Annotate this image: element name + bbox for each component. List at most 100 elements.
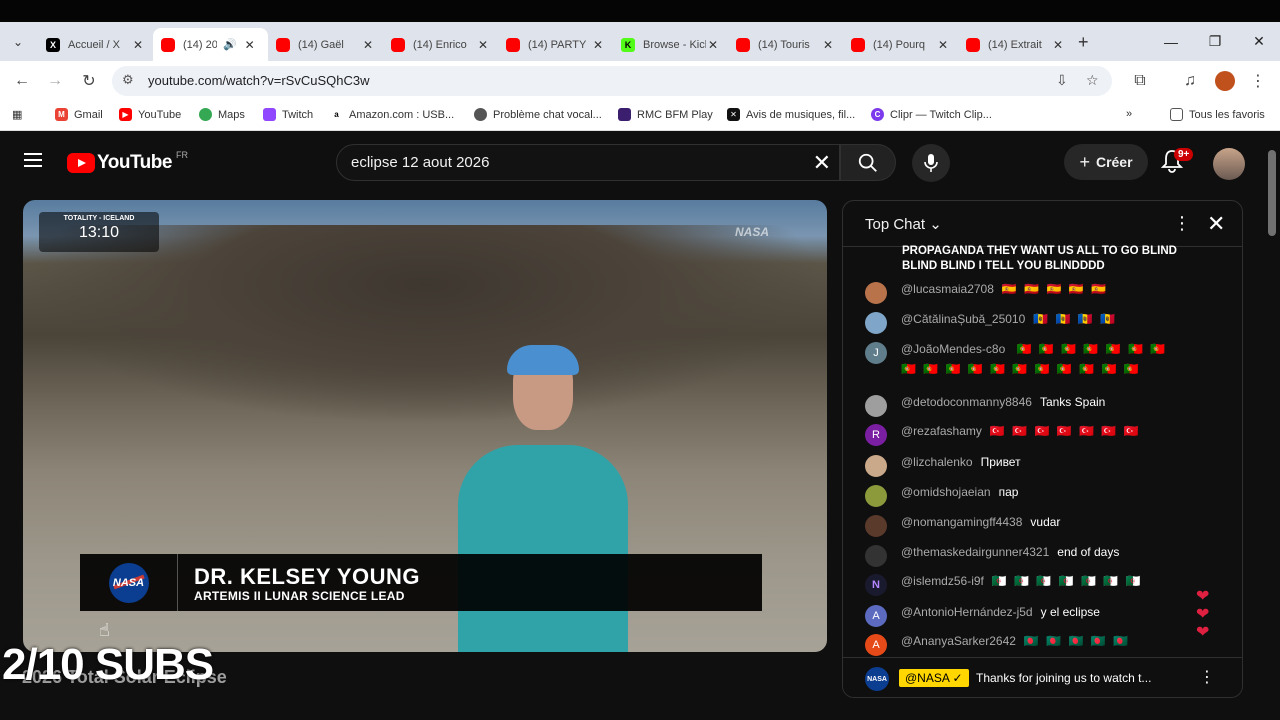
extensions-icon[interactable]: ⧉ [1128,69,1152,93]
avatar[interactable] [865,312,887,334]
tab-extrait[interactable]: (14) Extrait ✕ [958,28,1073,61]
close-icon[interactable]: ✕ [706,38,720,52]
avatar[interactable]: A [865,605,887,627]
avatar[interactable] [865,395,887,417]
kick-icon: K [621,37,635,52]
clear-search-icon[interactable]: ✕ [813,150,831,176]
minimize-button[interactable]: — [1150,22,1192,61]
speaker-role: ARTEMIS II LUNAR SCIENCE LEAD [194,589,405,603]
media-icon[interactable]: ♫ [1178,69,1202,93]
bookmark-amazon[interactable]: a Amazon.com : USB... [330,108,454,121]
bookmark-chat-vocal[interactable]: Problème chat vocal... [474,108,602,121]
restore-button[interactable]: ❐ [1194,22,1236,61]
close-icon[interactable]: ✕ [131,38,145,52]
star-icon[interactable]: ☆ [1086,72,1099,89]
avatar[interactable]: J [865,342,887,364]
menu-icon[interactable]: ⋮ [1246,69,1270,93]
more-icon[interactable]: ⋮ [1199,667,1215,687]
all-bookmarks[interactable]: Tous les favoris [1170,108,1265,121]
url-text[interactable]: youtube.com/watch?v=rSvCuSQhC3w [148,73,369,88]
site-info-icon[interactable]: ⚙ [122,72,134,88]
omnibox[interactable]: ⚙ youtube.com/watch?v=rSvCuSQhC3w ⇩ ☆ [112,66,1112,96]
forward-button[interactable]: → [43,69,67,93]
bookmark-gmail[interactable]: M Gmail [55,108,103,121]
close-icon[interactable]: ✕ [243,38,257,52]
chat-message: @CătălinaȘubă_25010 🇲🇩 🇲🇩 🇲🇩 🇲🇩 [865,312,1117,334]
tab-search-icon[interactable]: ⌄ [8,32,28,52]
chat-header: Top Chat ⌄ ⋮ ✕ [843,201,1242,247]
profile-avatar[interactable] [1215,71,1235,91]
apps-icon[interactable]: ▦ [12,108,22,121]
tab-kick[interactable]: K Browse - Kick ✕ [613,28,728,61]
tab-party[interactable]: (14) PARTY ✕ [498,28,613,61]
avatar[interactable] [865,485,887,507]
tab-enrico[interactable]: (14) Enrico ✕ [383,28,498,61]
bookmark-maps[interactable]: Maps [199,108,245,121]
chevron-down-icon: ⌄ [929,216,942,233]
globe-icon [474,108,487,121]
reload-button[interactable]: ↻ [77,69,101,93]
youtube-header: YouTube FR eclipse 12 aout 2026 ✕ + Crée… [0,136,1280,192]
bookmark-twitch[interactable]: Twitch [263,108,313,121]
tab-pourq[interactable]: (14) Pourq ✕ [843,28,958,61]
account-avatar[interactable] [1213,148,1245,180]
close-window-button[interactable]: ✕ [1238,22,1280,61]
page-scrollbar[interactable] [1268,150,1276,236]
tab-x[interactable]: X Accueil / X ✕ [38,28,153,61]
chat-message: @lucasmaia2708 🇪🇸 🇪🇸 🇪🇸 🇪🇸 🇪🇸 [865,282,1108,304]
chat-message: R @rezafashamy 🇹🇷 🇹🇷 🇹🇷 🇹🇷 🇹🇷 🇹🇷 🇹🇷 [865,424,1140,446]
youtube-icon [506,37,520,52]
more-icon[interactable]: ⋮ [1173,213,1191,234]
avatar[interactable] [865,455,887,477]
nasa-author-badge[interactable]: @NASA ✓ [899,669,969,687]
avatar[interactable]: N [865,574,887,596]
close-chat-button[interactable]: ✕ [1207,211,1225,237]
tab-active-video[interactable]: (14) 2026 Total Solar Eclipse 🔊 ✕ [153,28,268,61]
top-chat-dropdown[interactable]: Top Chat ⌄ [865,215,942,233]
close-icon[interactable]: ✕ [476,38,490,52]
avatar[interactable] [865,545,887,567]
tab-gael[interactable]: (14) Gaël ✕ [268,28,383,61]
avatar[interactable] [865,515,887,537]
youtube-icon [276,37,290,52]
search-button[interactable] [840,144,896,181]
bookmarks-bar: ▦ M Gmail ▶ YouTube Maps Twitch a Amazon.co… [0,101,1280,131]
avis-icon: ✕ [727,108,740,121]
gmail-icon: M [55,108,68,121]
live-chat-panel: Top Chat ⌄ ⋮ ✕ PROPAGANDA THEY WANT US A… [842,200,1243,698]
close-icon[interactable]: ✕ [821,38,835,52]
video-player[interactable]: TOTALITY - ICELAND 13:10 NASA NASA DR. K… [23,200,827,652]
speaker-icon[interactable]: 🔊 [223,38,237,51]
search-input[interactable]: eclipse 12 aout 2026 ✕ [336,144,840,181]
create-button[interactable]: + Créer [1064,144,1148,180]
chat-message: @lizchalenko Привет [865,455,1021,477]
youtube-logo[interactable]: YouTube FR [67,150,188,174]
chat-message: A @AntonioHernández-j5d y el eclipse [865,605,1100,627]
chat-message: N @islemdz56-i9f 🇩🇿 🇩🇿 🇩🇿 🇩🇿 🇩🇿 🇩🇿 🇩🇿 [865,574,1142,596]
bookmark-clipr[interactable]: C Clipr — Twitch Clip... [871,108,992,121]
tab-touris[interactable]: (14) Touris ✕ [728,28,843,61]
chat-message: @detodoconmanny8846 Tanks Spain [865,395,1105,417]
back-button[interactable]: ← [10,69,34,93]
avatar[interactable] [865,282,887,304]
close-icon[interactable]: ✕ [936,38,950,52]
pinned-message[interactable]: NASA @NASA ✓ Thanks for joining us to wa… [843,657,1242,697]
voice-search-button[interactable] [912,144,950,182]
verified-check-icon: ✓ [952,671,963,685]
address-bar-row: ← → ↻ ⚙ youtube.com/watch?v=rSvCuSQhC3w … [0,61,1280,101]
bookmark-avis-musiques[interactable]: ✕ Avis de musiques, fil... [727,108,855,121]
more-bookmarks-icon[interactable]: » [1126,108,1132,120]
maps-icon [199,108,212,121]
bookmark-rmc[interactable]: RMC BFM Play [618,108,713,121]
avatar[interactable]: A [865,634,887,656]
avatar[interactable]: R [865,424,887,446]
close-icon[interactable]: ✕ [1051,38,1065,52]
bookmark-youtube[interactable]: ▶ YouTube [119,108,181,121]
close-icon[interactable]: ✕ [591,38,605,52]
menu-icon[interactable] [24,153,42,167]
new-tab-button[interactable]: + [1078,32,1089,53]
install-icon[interactable]: ⇩ [1056,72,1068,89]
youtube-play-icon [67,153,95,173]
youtube-icon: ▶ [119,108,132,121]
close-icon[interactable]: ✕ [361,38,375,52]
